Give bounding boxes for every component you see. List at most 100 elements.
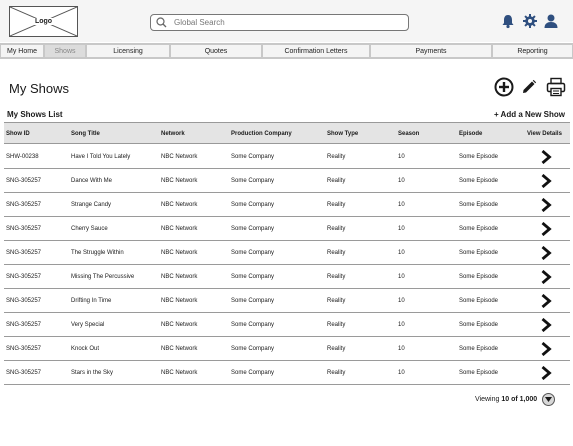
- cell-episode: Some Episode: [459, 369, 499, 376]
- tab-label: Licensing: [113, 47, 143, 55]
- cell-production-company: Some Company: [231, 225, 275, 232]
- cell-show-type: Reality: [327, 345, 346, 352]
- gear-icon[interactable]: [522, 13, 538, 29]
- cell-song-title: Stars in the Sky: [71, 369, 114, 376]
- cell-network: NBC Network: [161, 177, 198, 184]
- cell-production-company: Some Company: [231, 297, 275, 304]
- cell-season: 10: [398, 273, 405, 280]
- add-circle-icon[interactable]: [494, 77, 514, 102]
- pagination-status: Viewing 10 of 1,000: [475, 396, 537, 403]
- cell-song-title: Very Special: [71, 321, 105, 328]
- search-input[interactable]: [174, 18, 394, 27]
- main-nav: My Home Shows Licensing Quotes Confirmat…: [0, 43, 573, 59]
- cell-song-title: Dance With Me: [71, 177, 113, 184]
- bell-icon[interactable]: [500, 13, 516, 29]
- table-row[interactable]: SNG-305257 The Struggle Within NBC Network…: [4, 241, 570, 265]
- column-header[interactable]: Season: [398, 123, 419, 144]
- load-more-button[interactable]: [542, 393, 555, 406]
- cell-season: 10: [398, 153, 405, 160]
- cell-production-company: Some Company: [231, 321, 275, 328]
- cell-network: NBC Network: [161, 345, 198, 352]
- table-row[interactable]: SNG-305257 Very Special NBC Network Some Co…: [4, 313, 570, 337]
- tab-payments[interactable]: Payments: [370, 44, 492, 58]
- pencil-icon[interactable]: [521, 79, 537, 100]
- table-row[interactable]: SNG-305257 Missing The Percussive NBC Netw…: [4, 265, 570, 289]
- printer-icon[interactable]: [546, 77, 566, 102]
- chevron-right-icon[interactable]: [540, 293, 552, 309]
- cell-show-type: Reality: [327, 321, 346, 328]
- cell-song-title: Missing The Percussive: [71, 273, 135, 280]
- tab-licensing[interactable]: Licensing: [86, 44, 170, 58]
- tab-label: Payments: [415, 47, 447, 55]
- column-header[interactable]: Production Company: [231, 123, 292, 144]
- chevron-right-icon[interactable]: [540, 197, 552, 213]
- cell-production-company: Some Company: [231, 249, 275, 256]
- cell-song-title: Knock Out: [71, 345, 100, 352]
- page-title: My Shows: [9, 81, 69, 96]
- chevron-down-icon: [545, 397, 552, 402]
- cell-network: NBC Network: [161, 369, 198, 376]
- column-header[interactable]: Show ID: [6, 123, 30, 144]
- cell-show-id: SNG-305257: [6, 297, 42, 304]
- chevron-right-icon[interactable]: [540, 221, 552, 237]
- tab-label: My Home: [7, 47, 37, 55]
- cell-network: NBC Network: [161, 273, 198, 280]
- cell-episode: Some Episode: [459, 225, 499, 232]
- tab-shows[interactable]: Shows: [44, 44, 86, 58]
- search-icon: [156, 17, 168, 29]
- cell-season: 10: [398, 369, 405, 376]
- tab-quotes[interactable]: Quotes: [170, 44, 262, 58]
- column-header[interactable]: Episode: [459, 123, 482, 144]
- cell-show-type: Reality: [327, 201, 346, 208]
- chevron-right-icon[interactable]: [540, 341, 552, 357]
- list-title: My Shows List: [7, 110, 63, 119]
- table-row[interactable]: SNG-305257 Cherry Sauce NBC Network Some Co…: [4, 217, 570, 241]
- chevron-right-icon[interactable]: [540, 245, 552, 261]
- chevron-right-icon[interactable]: [540, 173, 552, 189]
- tab-label: Confirmation Letters: [284, 47, 348, 55]
- table-row[interactable]: SHW-00238 Have I Told You Lately NBC Netwo…: [4, 145, 570, 169]
- table-row[interactable]: SNG-305257 Stars in the Sky NBC Network Som…: [4, 361, 570, 385]
- tab-confirmation-letters[interactable]: Confirmation Letters: [262, 44, 370, 58]
- logo[interactable]: Logo: [9, 6, 78, 37]
- column-header[interactable]: Network: [161, 123, 185, 144]
- viewing-range: 10 of 1,000: [501, 396, 538, 403]
- cell-show-id: SNG-305257: [6, 369, 42, 376]
- user-icon[interactable]: [543, 13, 559, 29]
- global-search[interactable]: [150, 14, 409, 31]
- table-row[interactable]: SNG-305257 Drifting In Time NBC Network Som…: [4, 289, 570, 313]
- cell-show-id: SNG-305257: [6, 249, 42, 256]
- add-new-show-link[interactable]: + Add a New Show: [494, 110, 565, 119]
- cell-network: NBC Network: [161, 249, 198, 256]
- cell-season: 10: [398, 321, 405, 328]
- column-header[interactable]: Show Type: [327, 123, 358, 144]
- column-header[interactable]: Song Title: [71, 123, 100, 144]
- cell-production-company: Some Company: [231, 177, 275, 184]
- table-row[interactable]: SNG-305257 Dance With Me NBC Network Some C…: [4, 169, 570, 193]
- chevron-right-icon[interactable]: [540, 269, 552, 285]
- cell-show-id: SNG-305257: [6, 345, 42, 352]
- cell-show-id: SNG-305257: [6, 201, 42, 208]
- cell-episode: Some Episode: [459, 153, 499, 160]
- chevron-right-icon[interactable]: [540, 365, 552, 381]
- tab-reporting[interactable]: Reporting: [492, 44, 573, 58]
- cell-show-type: Reality: [327, 225, 346, 232]
- column-header[interactable]: View Details: [527, 123, 562, 144]
- viewing-prefix: Viewing: [475, 396, 502, 403]
- chevron-right-icon[interactable]: [540, 317, 552, 333]
- tab-my-home[interactable]: My Home: [0, 44, 44, 58]
- cell-season: 10: [398, 345, 405, 352]
- cell-episode: Some Episode: [459, 177, 499, 184]
- cell-song-title: Strange Candy: [71, 201, 112, 208]
- cell-show-id: SHW-00238: [6, 153, 39, 160]
- cell-episode: Some Episode: [459, 297, 499, 304]
- table-header: Show ID Song Title Network Production Co…: [4, 122, 570, 144]
- cell-season: 10: [398, 297, 405, 304]
- table-row[interactable]: SNG-305257 Knock Out NBC Network Some Compa…: [4, 337, 570, 361]
- table-row[interactable]: SNG-305257 Strange Candy NBC Network Some C…: [4, 193, 570, 217]
- cell-episode: Some Episode: [459, 345, 499, 352]
- chevron-right-icon[interactable]: [540, 149, 552, 165]
- cell-production-company: Some Company: [231, 369, 275, 376]
- cell-production-company: Some Company: [231, 273, 275, 280]
- cell-song-title: The Struggle Within: [71, 249, 124, 256]
